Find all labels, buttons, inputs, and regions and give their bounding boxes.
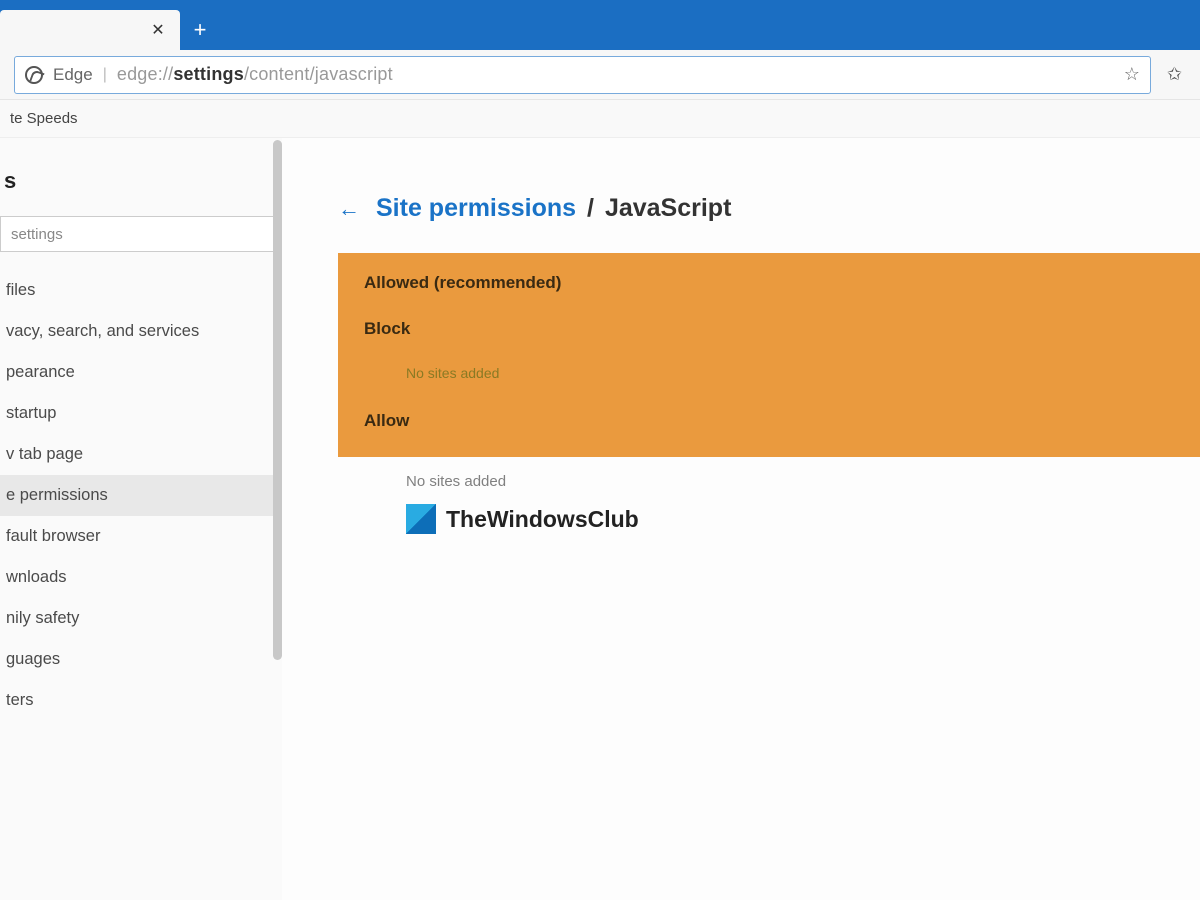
allow-empty-text: No sites added: [406, 473, 1200, 490]
sidebar-item-site-permissions[interactable]: e permissions: [0, 475, 282, 516]
sidebar-item-appearance[interactable]: pearance: [0, 352, 282, 393]
highlight-panel: Allowed (recommended) Block No sites add…: [338, 253, 1200, 457]
new-tab-button[interactable]: +: [180, 10, 220, 50]
brand-logo-icon: [406, 504, 436, 534]
allow-section-header: Allow: [364, 411, 1200, 431]
watermark: TheWindowsClub: [406, 504, 1200, 534]
sidebar-item-startup[interactable]: startup: [0, 393, 282, 434]
content-area: s settings files vacy, search, and servi…: [0, 138, 1200, 900]
settings-sidebar: s settings files vacy, search, and servi…: [0, 138, 282, 900]
sidebar-item-privacy[interactable]: vacy, search, and services: [0, 311, 282, 352]
allowed-toggle-row[interactable]: Allowed (recommended): [364, 273, 1200, 293]
main-panel: ← Site permissions / JavaScript Allowed …: [282, 138, 1200, 900]
breadcrumb-current: JavaScript: [605, 194, 731, 222]
sidebar-heading: s: [0, 168, 282, 194]
edge-icon: [25, 66, 43, 84]
close-icon[interactable]: ✕: [148, 20, 168, 40]
app-label: Edge: [53, 65, 93, 85]
search-settings-input[interactable]: settings: [0, 216, 276, 252]
tab-strip: ✕ +: [0, 0, 1200, 50]
sidebar-item-languages[interactable]: guages: [0, 639, 282, 680]
favorite-star-icon[interactable]: ☆: [1124, 64, 1140, 85]
sidebar-item-default-browser[interactable]: fault browser: [0, 516, 282, 557]
breadcrumb: ← Site permissions / JavaScript: [338, 194, 1200, 223]
sidebar-item-downloads[interactable]: wnloads: [0, 557, 282, 598]
block-section-header: Block: [364, 319, 1200, 339]
separator: |: [103, 66, 107, 84]
address-bar: Edge | edge://settings/content/javascrip…: [0, 50, 1200, 100]
sidebar-items: files vacy, search, and services pearanc…: [0, 270, 282, 721]
sidebar-item-profiles[interactable]: files: [0, 270, 282, 311]
brand-text: TheWindowsClub: [446, 506, 639, 533]
sidebar-item-printers[interactable]: ters: [0, 680, 282, 721]
back-arrow-icon[interactable]: ←: [338, 196, 360, 222]
bookmarks-bar: te Speeds: [0, 100, 1200, 138]
url-text: edge://settings/content/javascript: [117, 64, 393, 85]
breadcrumb-separator: /: [587, 194, 594, 222]
omnibox[interactable]: Edge | edge://settings/content/javascrip…: [14, 56, 1151, 94]
sidebar-item-family-safety[interactable]: nily safety: [0, 598, 282, 639]
bookmark-item[interactable]: te Speeds: [10, 110, 78, 127]
browser-tab[interactable]: ✕: [0, 10, 180, 50]
breadcrumb-link[interactable]: Site permissions: [376, 194, 576, 222]
search-placeholder: settings: [11, 226, 63, 243]
sidebar-item-newtab[interactable]: v tab page: [0, 434, 282, 475]
block-empty-text: No sites added: [406, 365, 1200, 381]
favorites-icon[interactable]: ✩: [1163, 64, 1186, 85]
scrollbar[interactable]: [273, 140, 282, 660]
